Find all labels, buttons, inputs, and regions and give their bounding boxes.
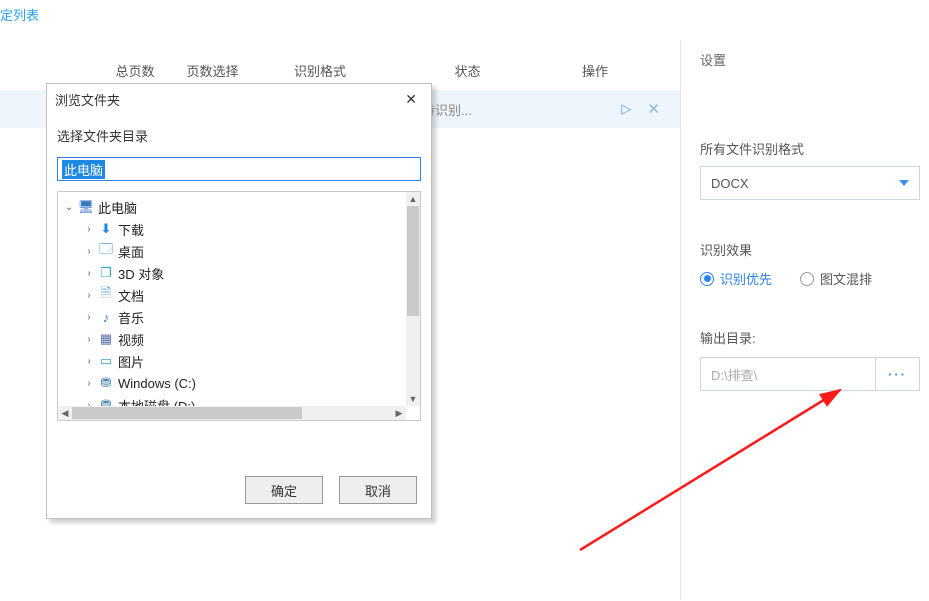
expand-icon[interactable]: › — [84, 290, 94, 301]
folder-tree-container: ⌄ 🖥此电脑 › ⬇下载 › 🗔桌面 › ❐3D 对象 › 🗎文档 › ♪音乐 › ▦视频 › ▭图片 › ⛃ Wi… — [57, 191, 421, 421]
tree-node[interactable]: › ⬇下载 — [60, 218, 404, 240]
folder-path-input[interactable]: 此电脑 — [57, 157, 421, 181]
expand-icon[interactable]: › — [84, 268, 94, 279]
tree-node-label: 文档 — [118, 286, 144, 305]
format-select[interactable]: DOCX — [700, 166, 920, 200]
tree-node[interactable]: › ▦视频 — [60, 328, 404, 350]
tree-node-label: 视频 — [118, 330, 144, 349]
pc-icon: 🖥 — [78, 199, 94, 215]
radio-priority-label: 识别优先 — [720, 269, 772, 288]
radio-mixed-layout[interactable]: 图文混排 — [800, 269, 872, 288]
tree-node[interactable]: ›⛃本地磁盘 (D:) — [60, 394, 404, 406]
pic-icon: ▭ — [98, 353, 114, 369]
scroll-up-icon[interactable]: ▲ — [406, 192, 420, 206]
output-path-input[interactable]: D:\排查\ — [700, 357, 876, 391]
dl-icon: ⬇ — [98, 221, 114, 237]
dialog-header: 浏览文件夹 ✕ — [47, 84, 431, 114]
mus-icon: ♪ — [98, 309, 114, 325]
expand-icon[interactable]: ⌄ — [64, 202, 74, 213]
expand-icon[interactable]: › — [84, 378, 94, 389]
tree-node-label: 下载 — [118, 220, 144, 239]
scroll-thumb-h[interactable] — [72, 407, 302, 419]
expand-icon[interactable]: › — [84, 224, 94, 235]
3d-icon: ❐ — [98, 265, 114, 281]
effect-label: 识别效果 — [700, 240, 920, 259]
format-label: 所有文件识别格式 — [700, 139, 920, 158]
expand-icon[interactable]: › — [84, 246, 94, 257]
expand-icon[interactable]: › — [84, 312, 94, 323]
col-status: 状态 — [385, 61, 550, 80]
tree-node-label: 此电脑 — [98, 198, 137, 217]
tree-node[interactable]: › ♪音乐 — [60, 306, 404, 328]
doc-icon: 🗎 — [98, 287, 114, 303]
horizontal-scrollbar[interactable]: ◀ ▶ — [58, 406, 406, 420]
expand-icon[interactable]: › — [84, 334, 94, 345]
tree-node-label: 音乐 — [118, 308, 144, 327]
col-operation: 操作 — [550, 61, 640, 80]
dsk-icon: 🗔 — [98, 243, 114, 259]
annotation-arrow-icon — [570, 370, 860, 560]
drv-icon: ⛃ — [98, 397, 114, 406]
tree-node[interactable]: › 🗎文档 — [60, 284, 404, 306]
drv-icon: ⛃ — [98, 375, 114, 391]
tree-node-label: 本地磁盘 (D:) — [118, 396, 195, 407]
dialog-subtitle: 选择文件夹目录 — [47, 114, 431, 153]
tree-node-label: 桌面 — [118, 242, 144, 261]
close-icon[interactable]: ✕ — [647, 100, 660, 118]
tree-node[interactable]: › ⛃ Windows (C:) — [60, 372, 404, 394]
tree-node[interactable]: › 🗔桌面 — [60, 240, 404, 262]
cancel-button[interactable]: 取消 — [339, 476, 417, 504]
scroll-right-icon[interactable]: ▶ — [392, 406, 406, 420]
radio-dot-on-icon — [700, 272, 714, 286]
scroll-down-icon[interactable]: ▼ — [406, 392, 420, 406]
radio-recognition-priority[interactable]: 识别优先 — [700, 269, 772, 288]
col-total-pages: 总页数 — [0, 61, 170, 80]
tree-node-label: Windows (C:) — [118, 376, 196, 391]
col-page-select: 页数选择 — [170, 61, 255, 80]
tree-node[interactable]: › ▭图片 — [60, 350, 404, 372]
chevron-down-icon — [899, 180, 909, 186]
output-label: 输出目录: — [700, 328, 920, 347]
scroll-left-icon[interactable]: ◀ — [58, 406, 72, 420]
vertical-divider — [680, 40, 681, 600]
radio-dot-off-icon — [800, 272, 814, 286]
dialog-footer: 确定 取消 — [245, 476, 417, 504]
panel-title: 设置 — [700, 50, 920, 69]
browse-button[interactable]: ··· — [876, 357, 920, 391]
scroll-thumb[interactable] — [407, 206, 419, 316]
expand-icon[interactable]: › — [84, 356, 94, 367]
tree-node[interactable]: › ❐3D 对象 — [60, 262, 404, 284]
vid-icon: ▦ — [98, 331, 114, 347]
vertical-scrollbar[interactable]: ▲ ▼ — [406, 192, 420, 406]
tree-node-label: 3D 对象 — [118, 264, 164, 283]
format-value: DOCX — [711, 176, 749, 191]
col-format: 识别格式 — [255, 61, 385, 80]
play-icon[interactable]: ▷ — [621, 101, 631, 117]
dialog-title: 浏览文件夹 — [55, 90, 120, 109]
tree-node[interactable]: ⌄ 🖥此电脑 — [60, 196, 404, 218]
dialog-close-icon[interactable]: ✕ — [399, 89, 423, 110]
browse-folder-dialog: 浏览文件夹 ✕ 选择文件夹目录 此电脑 ⌄🖥此电脑›⬇下载›🗔桌面›❐3D 对象… — [46, 83, 432, 519]
radio-mixed-label: 图文混排 — [820, 269, 872, 288]
settings-panel: 设置 所有文件识别格式 DOCX 识别效果 识别优先 图文混排 输出目录: D:… — [700, 50, 920, 391]
folder-tree[interactable]: ⌄ 🖥此电脑 › ⬇下载 › 🗔桌面 › ❐3D 对象 › 🗎文档 › ♪音乐 › ▦视频 › ▭图片 › ⛃ Wi… — [58, 192, 406, 406]
tree-node-label: 图片 — [118, 352, 144, 371]
operation-cell: ▷ ✕ — [556, 100, 680, 118]
breadcrumb[interactable]: 定列表 — [0, 5, 39, 24]
ok-button[interactable]: 确定 — [245, 476, 323, 504]
